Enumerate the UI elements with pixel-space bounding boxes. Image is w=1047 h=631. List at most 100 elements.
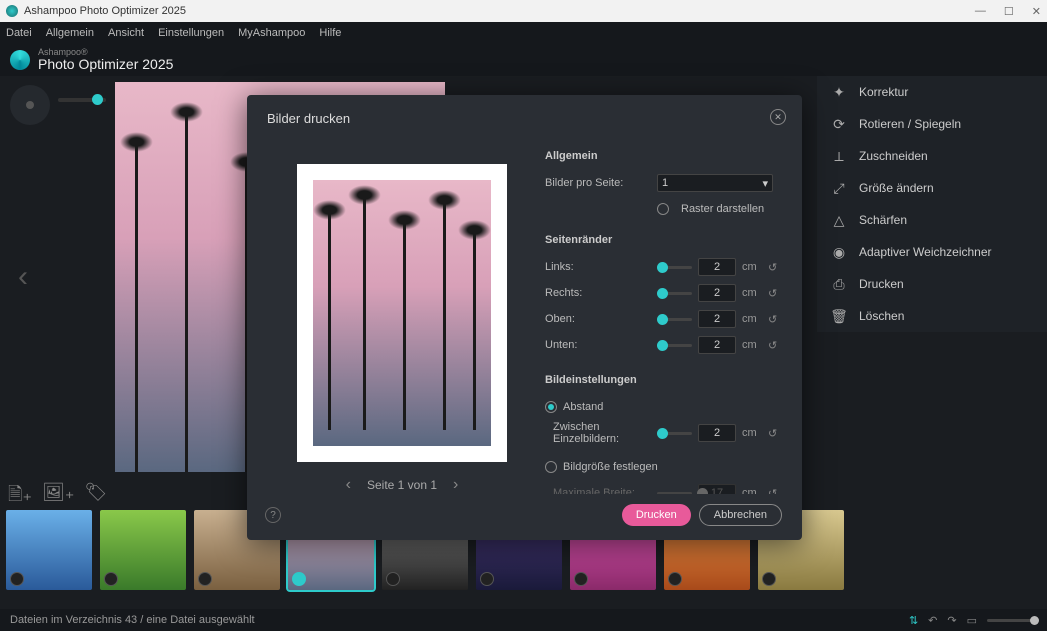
side-item-4[interactable]: △ Schärfen [817, 204, 1047, 236]
margin-left-input[interactable] [698, 258, 736, 276]
minimize-button[interactable]: — [975, 5, 986, 18]
section-image: Bildeinstellungen [545, 374, 782, 386]
spacing-input[interactable] [698, 424, 736, 442]
statusbar: Dateien im Verzeichnis 43 / eine Datei a… [0, 609, 1047, 631]
thumb-size-slider[interactable] [987, 619, 1037, 622]
side-label-6: Drucken [859, 277, 904, 291]
margin-top-slider[interactable] [657, 318, 692, 321]
margin-bottom-input[interactable] [698, 336, 736, 354]
zoom-slider-thumb[interactable] [92, 94, 103, 105]
titlebar: Ashampoo Photo Optimizer 2025 — ☐ ✕ [0, 0, 1047, 22]
pager-prev-icon[interactable]: ‹ [346, 476, 351, 494]
side-label-7: Löschen [859, 309, 904, 323]
side-label-1: Rotieren / Spiegeln [859, 117, 961, 131]
side-icon-3: ⤢ [831, 180, 847, 196]
margin-left-label: Links: [545, 261, 657, 273]
margin-top-input[interactable] [698, 310, 736, 328]
brand-bar: Ashampoo® Photo Optimizer 2025 [0, 44, 1047, 76]
sync-icon[interactable]: ⇅ [909, 614, 918, 627]
prev-image-arrow[interactable]: ‹ [18, 260, 28, 294]
toolstrip: 🗎₊ 🖼₊ 🏷 [8, 482, 107, 512]
side-label-0: Korrektur [859, 85, 908, 99]
margin-top-reset-icon[interactable]: ↺ [768, 313, 782, 326]
app-logo-icon [6, 5, 18, 17]
menubar: Datei Allgemein Ansicht Einstellungen MyAsha… [0, 22, 1047, 44]
margin-bottom-slider[interactable] [657, 344, 692, 347]
side-item-1[interactable]: ⟳ Rotieren / Spiegeln [817, 108, 1047, 140]
side-label-5: Adaptiver Weichzeichner [859, 245, 992, 259]
menu-einstellungen[interactable]: Einstellungen [158, 27, 224, 39]
spacing-slider[interactable] [657, 432, 692, 435]
rotate-right-icon[interactable]: ↷ [947, 614, 956, 627]
close-window-button[interactable]: ✕ [1032, 5, 1041, 18]
margin-bottom-reset-icon[interactable]: ↺ [768, 339, 782, 352]
side-icon-4: △ [831, 212, 847, 228]
margin-top-label: Oben: [545, 313, 657, 325]
side-item-7[interactable]: 🗑 Löschen [817, 300, 1047, 332]
side-item-5[interactable]: ◉ Adaptiver Weichzeichner [817, 236, 1047, 268]
side-icon-7: 🗑 [831, 308, 847, 324]
side-item-2[interactable]: ⟂ Zuschneiden [817, 140, 1047, 172]
brand-line2: Photo Optimizer 2025 [38, 57, 173, 72]
margin-right-reset-icon[interactable]: ↺ [768, 287, 782, 300]
maximize-button[interactable]: ☐ [1004, 5, 1014, 18]
margin-right-input[interactable] [698, 284, 736, 302]
print-button[interactable]: Drucken [622, 504, 691, 526]
section-general: Allgemein [545, 150, 782, 162]
per-page-label: Bilder pro Seite: [545, 177, 657, 189]
add-image-icon[interactable]: 🖼₊ [42, 482, 74, 512]
size-radio[interactable] [545, 461, 557, 473]
dialog-close-button[interactable]: ✕ [770, 109, 786, 125]
dialog-title: Bilder drucken [267, 111, 782, 126]
status-text: Dateien im Verzeichnis 43 / eine Datei a… [10, 614, 255, 626]
margin-right-label: Rechts: [545, 287, 657, 299]
brand-logo-icon [10, 50, 30, 70]
tag-icon[interactable]: 🏷 [84, 482, 107, 512]
pager-next-icon[interactable]: › [453, 476, 458, 494]
grid-radio[interactable] [657, 203, 669, 215]
side-icon-0: ✦ [831, 84, 847, 100]
side-icon-2: ⟂ [831, 148, 847, 164]
side-item-0[interactable]: ✦ Korrektur [817, 76, 1047, 108]
print-preview [297, 164, 507, 462]
spacing-between-label: Zwischen Einzelbildern: [545, 421, 657, 445]
rotate-left-icon[interactable]: ↶ [928, 614, 937, 627]
window-title: Ashampoo Photo Optimizer 2025 [24, 5, 186, 17]
margin-bottom-label: Unten: [545, 339, 657, 351]
per-page-select[interactable]: 1▾ [657, 174, 773, 192]
max-width-slider [657, 492, 692, 495]
side-label-4: Schärfen [859, 213, 907, 227]
menu-myashampoo[interactable]: MyAshampoo [238, 27, 305, 39]
pager: ‹ Seite 1 von 1 › [346, 476, 459, 494]
side-panel: ✦ Korrektur ⟳ Rotieren / Spiegeln ⟂ Zuschneid… [817, 76, 1047, 332]
pager-label: Seite 1 von 1 [367, 478, 437, 492]
menu-datei[interactable]: Datei [6, 27, 32, 39]
margin-left-slider[interactable] [657, 266, 692, 269]
thumb-0[interactable] [6, 510, 92, 590]
max-width-reset-icon: ↺ [768, 487, 782, 495]
side-item-3[interactable]: ⤢ Größe ändern [817, 172, 1047, 204]
section-margins: Seitenränder [545, 234, 782, 246]
thumb-1[interactable] [100, 510, 186, 590]
side-item-6[interactable]: ⎙Drucken [817, 268, 1047, 300]
print-dialog: Bilder drucken ✕ ‹ Seite 1 von 1 › Allge… [247, 95, 802, 540]
add-file-icon[interactable]: 🗎₊ [8, 482, 32, 512]
margin-left-reset-icon[interactable]: ↺ [768, 261, 782, 274]
menu-hilfe[interactable]: Hilfe [319, 27, 341, 39]
spacing-option-label: Abstand [563, 401, 603, 413]
crop-tool-icon[interactable]: ▭ [967, 614, 977, 627]
side-label-3: Größe ändern [859, 181, 934, 195]
menu-allgemein[interactable]: Allgemein [46, 27, 94, 39]
help-icon[interactable]: ? [265, 507, 281, 523]
spacing-radio[interactable] [545, 401, 557, 413]
side-icon-5: ◉ [831, 244, 847, 260]
spacing-reset-icon[interactable]: ↺ [768, 427, 782, 440]
nav-disc[interactable] [10, 85, 50, 125]
menu-ansicht[interactable]: Ansicht [108, 27, 144, 39]
side-icon-1: ⟳ [831, 116, 847, 132]
grid-label: Raster darstellen [681, 203, 764, 215]
side-label-2: Zuschneiden [859, 149, 928, 163]
cancel-button[interactable]: Abbrechen [699, 504, 782, 526]
size-option-label: Bildgröße festlegen [563, 461, 658, 473]
margin-right-slider[interactable] [657, 292, 692, 295]
